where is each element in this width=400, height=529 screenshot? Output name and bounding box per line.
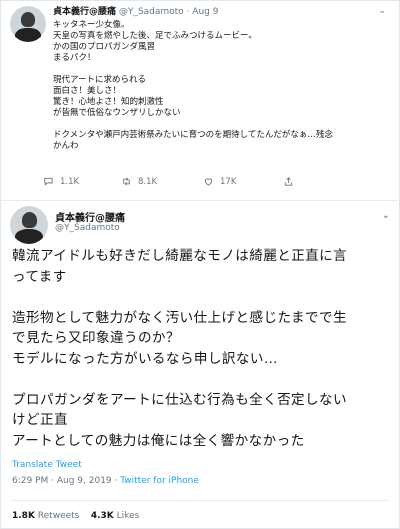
tweet-line: ドクメンタや瀬戸内芸術祭みたいに育つのを期待してたんだがなぁ…残念 [53,130,333,140]
likes-label[interactable]: Likes [117,511,140,521]
tweet-line: プロパガンダをアートに仕込む行為も全く否定しない [12,391,348,408]
retweet-button[interactable]: 8.1K [121,176,157,187]
avatar[interactable] [10,206,48,244]
tweet-line: キッタネー少女像。 [53,20,130,30]
tweet-1-actions: 1.1K 8.1K 17K [43,176,363,190]
tweet-source-link[interactable]: Twitter for iPhone [120,476,199,486]
tweet-meta: 6:29 PM · Aug 9, 2019 · Twitter for iPho… [12,476,199,486]
tweet-line: ってます [12,268,67,285]
tweet-line: 天皇の写真を燃やした後、足でふみつけるムービー。 [53,31,257,41]
chevron-down-icon[interactable]: ⌄ [378,6,386,16]
tweet-line: かの国のプロパガンダ風習 [53,42,156,52]
likes-count[interactable]: 4.3K [91,511,114,521]
tweet-line: が皆無で低俗なウンザリしかない [53,108,181,118]
display-name[interactable]: 貞本義行@腰痛 [53,7,116,17]
display-name[interactable]: 貞本義行@腰痛 [55,209,125,224]
retweets-count[interactable]: 1.8K [12,511,35,521]
separator-dot: · [186,7,190,17]
retweets-label[interactable]: Retweets [38,511,80,521]
tweet-1-header: 貞本義行@腰痛 @Y_Sadamoto · Aug 9 [53,6,218,18]
share-icon [284,177,293,186]
tweet-1-text: キッタネー少女像。 天皇の写真を燃やした後、足でふみつけるムービー。 かの国のプ… [53,20,383,152]
retweet-icon [123,177,130,186]
tweet-line: アートとしての魅力は俺には全く響かなかった [12,432,305,449]
tweet-line: 造形物として魅力がなく汚い仕上げと感じたまでで生 [12,309,348,326]
tweet-2-text: 韓流アイドルも好きだし綺麗なモノは綺麗と正直に言 ってます 造形物として魅力がな… [12,246,392,451]
avatar[interactable] [10,6,46,42]
tweet-line: けど正直 [12,412,68,428]
tweet-line: 驚き！心地よさ！知的刺激性 [53,97,164,107]
translate-tweet-link[interactable]: Translate Tweet [12,460,82,470]
handle[interactable]: @Y_Sadamoto [55,223,120,233]
like-count: 17K [220,176,237,187]
chevron-down-icon[interactable]: ⌄ [382,210,390,221]
tweet-line: で見たら又印象違うのか？ [12,330,180,346]
tweet-line: 面白さ！美しさ！ [53,86,122,96]
like-button[interactable]: 17K [203,176,236,187]
tweet-line: 韓流アイドルも好きだし綺麗なモノは綺麗と正直に言 [12,248,348,264]
tweet-line: モデルになった方がいるなら申し訳ない… [12,350,278,367]
tweet-line: まるパク！ [53,53,96,63]
share-button[interactable] [283,176,294,187]
tweet-line: 現代アートに求められる [53,75,146,85]
tweet-line: かんわ [53,141,79,151]
reply-button[interactable]: 1.1K [43,176,79,187]
tweet-date[interactable]: Aug 9 [192,7,218,17]
reply-count: 1.1K [60,176,80,187]
tweet-stats: 1.8K Retweets 4.3K Likes [12,511,139,521]
tweet-time[interactable]: 6:29 PM [12,476,48,486]
divider [0,200,398,201]
heart-icon [204,178,213,186]
retweet-count: 8.1K [138,176,158,187]
divider [12,500,388,501]
reply-icon [44,177,53,186]
tweet-date[interactable]: Aug 9, 2019 [57,476,112,486]
handle[interactable]: @Y_Sadamoto [119,7,184,17]
